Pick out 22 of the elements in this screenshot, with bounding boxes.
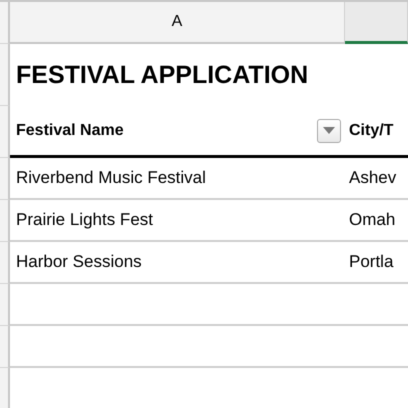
table-cell: Portla: [345, 242, 408, 284]
row-header[interactable]: [0, 242, 10, 284]
row-header[interactable]: [0, 368, 10, 408]
corner-cell[interactable]: [0, 2, 10, 44]
column-heading: City/T: [349, 122, 394, 140]
sheet-title: FESTIVAL APPLICATION: [15, 60, 310, 90]
column-heading: Festival Name: [16, 122, 125, 140]
table-cell: Ashev: [345, 158, 408, 200]
filter-button[interactable]: [317, 118, 341, 142]
column-header[interactable]: A: [10, 2, 345, 44]
table-cell: Omah: [345, 200, 408, 242]
table-cell: Riverbend Music Festival: [10, 158, 345, 200]
row-header[interactable]: [0, 284, 10, 326]
dropdown-icon: [323, 127, 335, 134]
table-cell: Harbor Sessions: [10, 242, 345, 284]
row-header[interactable]: [0, 200, 10, 242]
row-header[interactable]: [0, 106, 10, 158]
row-header[interactable]: [0, 44, 10, 106]
row-header[interactable]: [0, 158, 10, 200]
table-cell: Prairie Lights Fest: [10, 200, 345, 242]
column-header[interactable]: [345, 2, 408, 44]
row-header[interactable]: [0, 326, 10, 368]
